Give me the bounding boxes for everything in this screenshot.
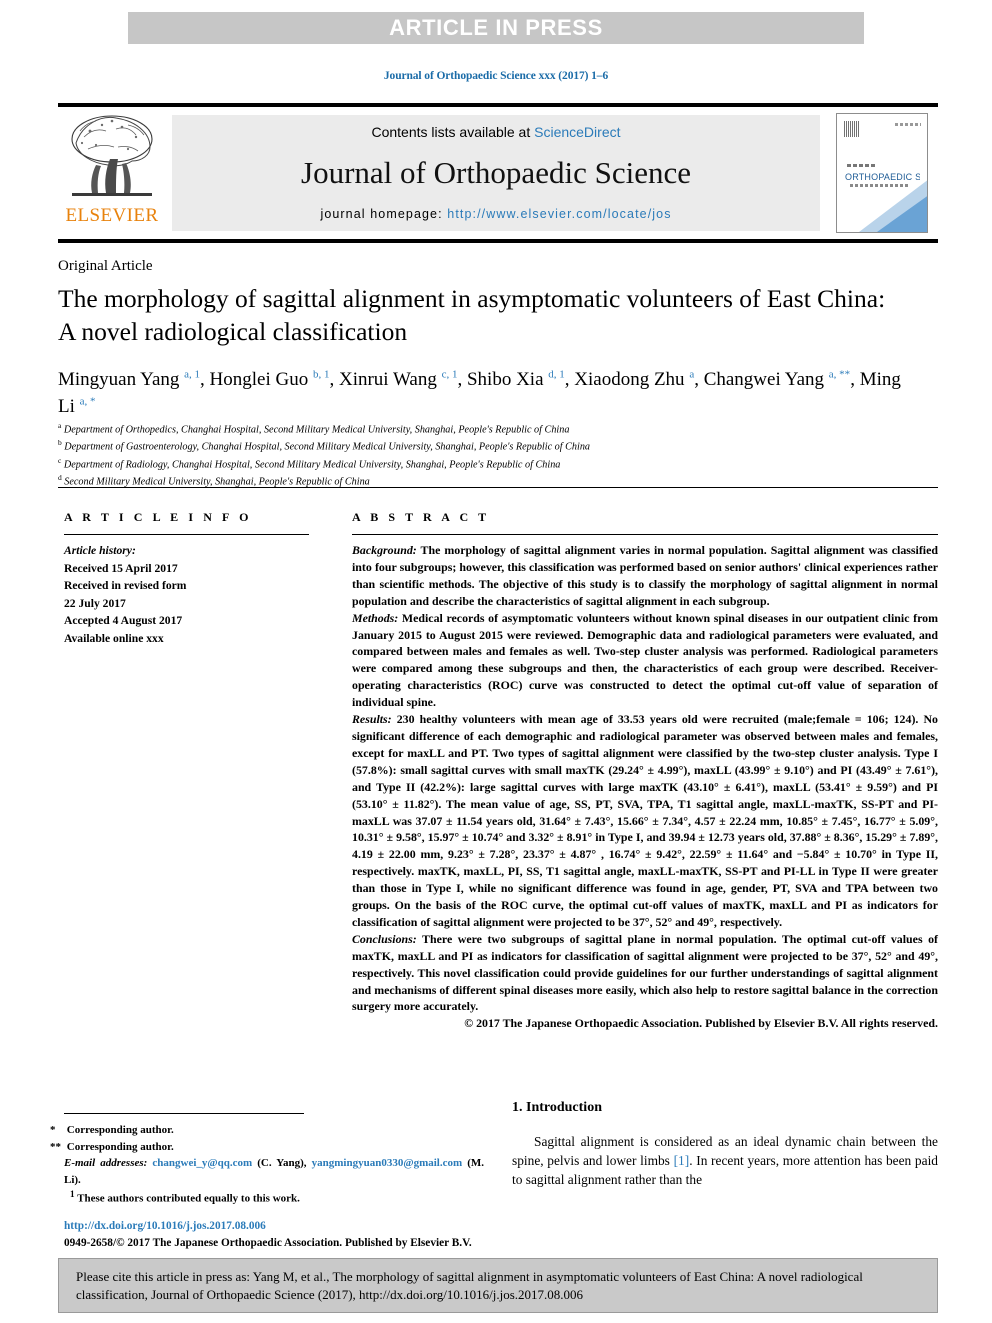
- affiliation-mark: d: [58, 473, 62, 483]
- doi-link[interactable]: http://dx.doi.org/10.1016/j.jos.2017.08.…: [64, 1218, 584, 1235]
- contents-lists-line: Contents lists available at ScienceDirec…: [371, 124, 620, 140]
- cover-journal-of-label: [847, 164, 877, 167]
- affiliation-mark: c: [58, 455, 62, 465]
- abstract-results-text: 230 healthy volunteers with mean age of …: [352, 712, 938, 929]
- cite-this-article-text: Please cite this article in press as: Ya…: [64, 1264, 932, 1307]
- cite-this-article-box: Please cite this article in press as: Ya…: [58, 1258, 938, 1313]
- footnote-corresponding-1: * Corresponding author.: [50, 1124, 174, 1136]
- journal-homepage-url[interactable]: http://www.elsevier.com/locate/jos: [447, 207, 671, 221]
- elsevier-tree-icon: [66, 109, 158, 205]
- abstract-conclusions: Conclusions: There were two subgroups of…: [352, 931, 938, 1016]
- cover-title: ORTHOPAEDIC SCIENCE: [845, 172, 920, 182]
- abstract-background-text: The morphology of sagittal alignment var…: [352, 543, 938, 608]
- abstract-section: A B S T R A C T Background: The morpholo…: [352, 510, 938, 1032]
- affiliation-mark: b: [58, 438, 62, 448]
- article-info-heading: A R T I C L E I N F O: [64, 510, 253, 524]
- abstract-conclusions-label: Conclusions:: [352, 931, 417, 946]
- abstract-methods: Methods: Medical records of asymptomatic…: [352, 610, 938, 711]
- article-history-line: Accepted 4 August 2017: [64, 614, 183, 628]
- article-type-label: Original Article: [58, 258, 153, 274]
- journal-homepage-line: journal homepage: http://www.elsevier.co…: [320, 207, 671, 221]
- cover-barcode-icon: [844, 121, 860, 137]
- contents-lists-prefix: Contents lists available at: [371, 124, 535, 140]
- abstract-copyright: © 2017 The Japanese Orthopaedic Associat…: [464, 1016, 938, 1031]
- article-history-label: Article history:: [64, 544, 136, 557]
- email-link-changwei[interactable]: changwei_y@qq.com: [152, 1157, 252, 1169]
- footnote-corresponding-2-text: Corresponding author.: [66, 1140, 174, 1153]
- email-link-yangmingyuan[interactable]: yangmingyuan0330@gmail.com: [312, 1157, 463, 1169]
- affiliation-text: Department of Orthopedics, Changhai Hosp…: [63, 424, 570, 436]
- abstract-results-label: Results:: [352, 712, 392, 727]
- introduction-paragraph: Sagittal alignment is considered as an i…: [512, 1132, 938, 1189]
- abstract-methods-label: Methods:: [352, 610, 399, 625]
- citation-reference-1[interactable]: [1]: [674, 1153, 690, 1168]
- issn-copyright-line: 0949-2658/© 2017 The Japanese Orthopaedi…: [64, 1236, 472, 1249]
- introduction-section: 1. Introduction Sagittal alignment is co…: [512, 1100, 938, 1189]
- affiliation-mark: a: [58, 421, 62, 430]
- affiliation-text: Department of Gastroenterology, Changhai…: [64, 441, 591, 453]
- email-addresses-label: E-mail addresses:: [64, 1157, 148, 1169]
- article-info-section: A R T I C L E I N F O Article history: R…: [64, 510, 309, 648]
- journal-title: Journal of Orthopaedic Science: [301, 155, 691, 191]
- footnote-equal-contribution-text: These authors contributed equally to thi…: [77, 1192, 300, 1205]
- abstract-body: Background: The morphology of sagittal a…: [352, 542, 938, 1032]
- paper-page: ARTICLE IN PRESS Journal of Orthopaedic …: [0, 0, 992, 1323]
- author-list: Mingyuan Yang a, 1, Honglei Guo b, 1, Xi…: [58, 368, 901, 417]
- doi-block: http://dx.doi.org/10.1016/j.jos.2017.08.…: [64, 1218, 584, 1252]
- page-title: The morphology of sagittal alignment in …: [58, 284, 886, 346]
- affiliation-item: c Department of Radiology, Changhai Hosp…: [58, 455, 918, 472]
- journal-homepage-label: journal homepage:: [320, 207, 448, 221]
- header-divider: [58, 487, 938, 488]
- article-in-press-banner: ARTICLE IN PRESS: [128, 12, 864, 44]
- sciencedirect-link[interactable]: ScienceDirect: [534, 124, 620, 140]
- elsevier-logo-block: ELSEVIER: [58, 107, 166, 239]
- abstract-methods-text: Medical records of asymptomatic voluntee…: [352, 610, 938, 710]
- cover-issue-text: [895, 123, 921, 126]
- masthead-right: ORTHOPAEDIC SCIENCE: [826, 107, 938, 239]
- abstract-conclusions-text: There were two subgroups of sagittal pla…: [352, 931, 938, 1014]
- abstract-results: Results: 230 healthy volunteers with mea…: [352, 711, 938, 931]
- footnote-block: * Corresponding author. ** Corresponding…: [50, 1122, 484, 1207]
- abstract-heading: A B S T R A C T: [352, 510, 490, 524]
- affiliation-text: Department of Radiology, Changhai Hospit…: [63, 459, 561, 471]
- affiliation-item: a Department of Orthopedics, Changhai Ho…: [58, 420, 918, 437]
- journal-cover-thumbnail: ORTHOPAEDIC SCIENCE: [836, 113, 928, 233]
- footnote-mark-one: 1: [70, 1189, 75, 1199]
- article-history-line: Received 15 April 2017: [64, 561, 178, 575]
- footnote-corresponding-2: ** Corresponding author.: [50, 1140, 174, 1153]
- cover-tagline: [850, 184, 910, 187]
- article-history-line: 22 July 2017: [64, 596, 126, 610]
- article-history-line: Received in revised form: [64, 579, 187, 593]
- footnote-emails: E-mail addresses: changwei_y@qq.com (C. …: [64, 1155, 484, 1188]
- affiliation-item: b Department of Gastroenterology, Changh…: [58, 437, 918, 454]
- article-history-block: Article history: Received 15 April 2017 …: [64, 542, 309, 648]
- affiliation-list: a Department of Orthopedics, Changhai Ho…: [58, 420, 918, 490]
- running-head: Journal of Orthopaedic Science xxx (2017…: [383, 70, 609, 82]
- footnote-equal-contribution: 1 These authors contributed equally to t…: [64, 1188, 484, 1207]
- email-owner-1: (C. Yang),: [257, 1157, 307, 1169]
- masthead-center: Contents lists available at ScienceDirec…: [172, 115, 820, 231]
- article-history-line: Available online xxx: [64, 632, 164, 646]
- footnote-divider: [64, 1113, 304, 1114]
- introduction-heading: 1. Introduction: [512, 1100, 602, 1115]
- journal-masthead: ELSEVIER Contents lists available at Sci…: [58, 103, 938, 243]
- elsevier-wordmark: ELSEVIER: [65, 205, 159, 226]
- abstract-rule: [352, 534, 938, 535]
- abstract-background-label: Background:: [352, 543, 417, 557]
- article-in-press-label: ARTICLE IN PRESS: [389, 15, 603, 40]
- footnote-corresponding-1-text: Corresponding author.: [66, 1124, 174, 1136]
- abstract-background: Background: The morphology of sagittal a…: [352, 542, 938, 610]
- article-info-rule: [64, 534, 309, 535]
